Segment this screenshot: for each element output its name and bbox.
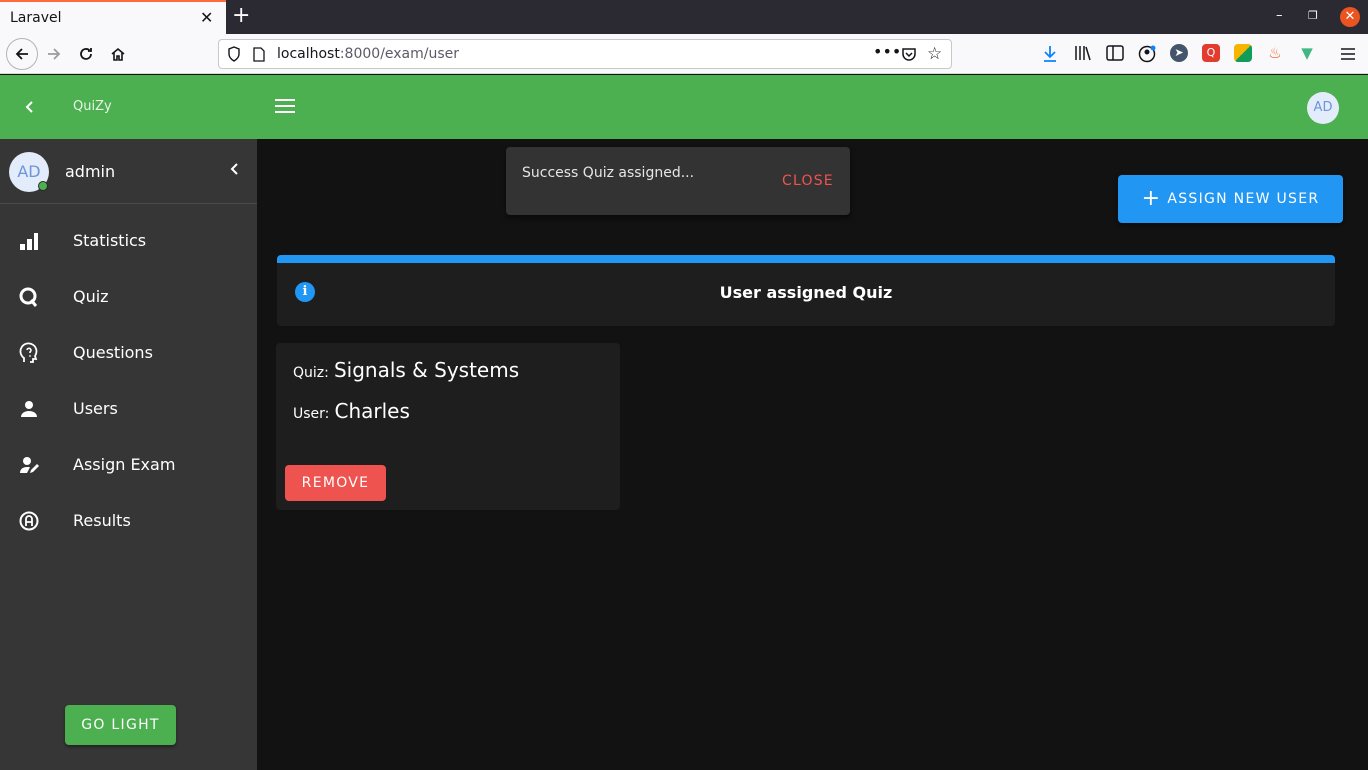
user-row: User: Charles: [293, 399, 410, 423]
back-icon[interactable]: [6, 38, 38, 70]
cursor-extension-icon[interactable]: ➤: [1170, 44, 1188, 62]
quiz-key: Quiz:: [293, 365, 329, 381]
browser-tab[interactable]: Laravel ✕: [0, 0, 226, 34]
url-path: :8000/exam/user: [339, 46, 460, 62]
bar-chart-icon: [18, 230, 40, 252]
page-actions-icon[interactable]: •••: [873, 42, 901, 61]
quiz-q-icon: [18, 286, 40, 308]
library-icon[interactable]: [1074, 45, 1092, 65]
browser-toolbar: localhost:8000/exam/user ••• ☆ ➤ Q ♨ ▼: [0, 34, 1368, 74]
browser-tab-strip: Laravel ✕ + – ❐ ✕: [0, 0, 1368, 34]
sidebar: AD admin Statistics Quiz Questions Users: [0, 139, 257, 770]
sidebar-item-label: Results: [73, 511, 131, 530]
window-close-icon[interactable]: ✕: [1340, 7, 1360, 27]
info-alert: i User assigned Quiz: [277, 255, 1335, 326]
sidebar-item-results[interactable]: Results: [0, 496, 257, 544]
user-icon: [18, 398, 40, 420]
sidebar-toggle-icon[interactable]: [1106, 45, 1124, 65]
snackbar-message: Success Quiz assigned...: [522, 165, 695, 181]
go-light-button[interactable]: GO LIGHT: [65, 705, 176, 745]
url-text: localhost:8000/exam/user: [277, 46, 459, 62]
fire-extension-icon[interactable]: ♨: [1266, 44, 1284, 62]
account-icon[interactable]: [1138, 45, 1156, 67]
user-value: Charles: [334, 399, 410, 423]
url-bar[interactable]: localhost:8000/exam/user ••• ☆: [218, 39, 952, 69]
user-key: User:: [293, 406, 330, 422]
forward-icon[interactable]: [40, 40, 68, 68]
minimize-icon[interactable]: –: [1276, 8, 1283, 24]
color-extension-icon[interactable]: [1234, 44, 1252, 62]
tab-title: Laravel: [10, 10, 62, 26]
success-snackbar: Success Quiz assigned... CLOSE: [506, 147, 850, 215]
restore-icon[interactable]: ❐: [1308, 8, 1318, 24]
new-tab-icon[interactable]: +: [232, 5, 250, 27]
user-edit-icon: [18, 454, 40, 476]
sidebar-item-label: Assign Exam: [73, 455, 176, 474]
hamburger-menu-icon[interactable]: [275, 99, 295, 115]
grade-circle-icon: [18, 510, 40, 532]
assign-new-user-label: ASSIGN NEW USER: [1167, 191, 1320, 207]
chevron-left-icon[interactable]: [20, 97, 40, 117]
online-status-indicator: [38, 181, 48, 191]
assignment-card: Quiz: Signals & Systems User: Charles RE…: [276, 343, 620, 510]
plus-icon: +: [1141, 186, 1162, 211]
sidebar-item-label: Statistics: [73, 231, 147, 250]
search-extension-icon[interactable]: Q: [1202, 44, 1220, 62]
collapse-sidebar-icon[interactable]: [228, 161, 242, 180]
avatar[interactable]: AD: [1307, 92, 1339, 124]
quiz-value: Signals & Systems: [333, 358, 520, 382]
menu-icon[interactable]: [1340, 46, 1356, 65]
sidebar-item-users[interactable]: Users: [0, 384, 257, 432]
alert-title: User assigned Quiz: [719, 283, 893, 302]
bookmark-star-icon[interactable]: ☆: [927, 44, 942, 64]
shield-icon[interactable]: [227, 46, 241, 66]
sidebar-profile: AD admin: [0, 139, 257, 204]
quiz-row: Quiz: Signals & Systems: [293, 358, 519, 382]
app-bar: QuiZy AD: [0, 75, 1368, 139]
tab-close-icon[interactable]: ✕: [200, 10, 213, 26]
snackbar-close-button[interactable]: CLOSE: [782, 173, 834, 189]
page-info-icon[interactable]: [253, 47, 265, 66]
pocket-icon[interactable]: [901, 46, 917, 66]
brand-name: QuiZy: [73, 99, 112, 114]
head-question-icon: [18, 342, 40, 364]
sidebar-item-label: Quiz: [73, 287, 109, 306]
sidebar-item-questions[interactable]: Questions: [0, 328, 257, 376]
sidebar-item-statistics[interactable]: Statistics: [0, 216, 257, 264]
url-host: localhost: [277, 46, 340, 62]
remove-button[interactable]: REMOVE: [285, 465, 386, 501]
vue-devtools-icon[interactable]: ▼: [1298, 44, 1316, 62]
reload-icon[interactable]: [72, 40, 100, 68]
assign-new-user-button[interactable]: + ASSIGN NEW USER: [1118, 175, 1343, 223]
download-icon[interactable]: [1042, 45, 1058, 67]
sidebar-item-assign-exam[interactable]: Assign Exam: [0, 440, 257, 488]
home-icon[interactable]: [104, 40, 132, 68]
profile-name: admin: [65, 162, 116, 181]
sidebar-item-label: Questions: [73, 343, 153, 362]
sidebar-item-quiz[interactable]: Quiz: [0, 272, 257, 320]
sidebar-item-label: Users: [73, 399, 118, 418]
